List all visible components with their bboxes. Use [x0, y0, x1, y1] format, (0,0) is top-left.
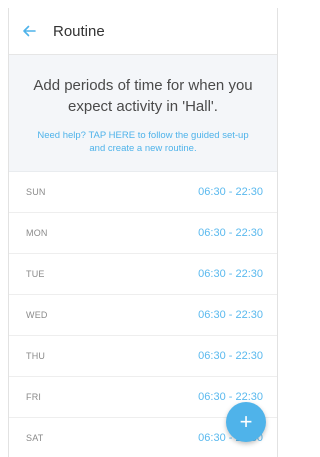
back-arrow-icon: [23, 25, 36, 37]
day-label: MON: [26, 228, 48, 238]
guided-setup-link[interactable]: Need help? TAP HERE to follow the guided…: [37, 129, 249, 155]
time-range: 06:30 - 22:30: [198, 186, 263, 198]
intro-text: Add periods of time for when you expect …: [33, 77, 253, 115]
plus-icon: +: [239, 409, 253, 434]
routine-row-sun[interactable]: SUN 06:30 - 22:30: [9, 172, 277, 213]
day-label: WED: [26, 310, 48, 320]
time-range: 06:30 - 22:30: [198, 391, 263, 403]
add-period-button[interactable]: +: [226, 402, 266, 442]
routine-row-tue[interactable]: TUE 06:30 - 22:30: [9, 254, 277, 295]
time-range: 06:30 - 22:30: [198, 350, 263, 362]
intro-panel: Add periods of time for when you expect …: [9, 55, 277, 172]
day-label: FRI: [26, 392, 42, 402]
day-label: SAT: [26, 433, 44, 443]
day-label: TUE: [26, 269, 45, 279]
app-bar: Routine: [9, 8, 277, 55]
page-title: Routine: [53, 22, 105, 40]
time-range: 06:30 - 22:30: [198, 268, 263, 280]
app-frame: Routine Add periods of time for when you…: [8, 8, 278, 457]
day-label: THU: [26, 351, 46, 361]
time-range: 06:30 - 22:30: [198, 227, 263, 239]
time-range: 06:30 - 22:30: [198, 309, 263, 321]
day-label: SUN: [26, 187, 46, 197]
routine-row-mon[interactable]: MON 06:30 - 22:30: [9, 213, 277, 254]
routine-row-thu[interactable]: THU 06:30 - 22:30: [9, 336, 277, 377]
routine-row-wed[interactable]: WED 06:30 - 22:30: [9, 295, 277, 336]
back-button[interactable]: [9, 8, 49, 54]
